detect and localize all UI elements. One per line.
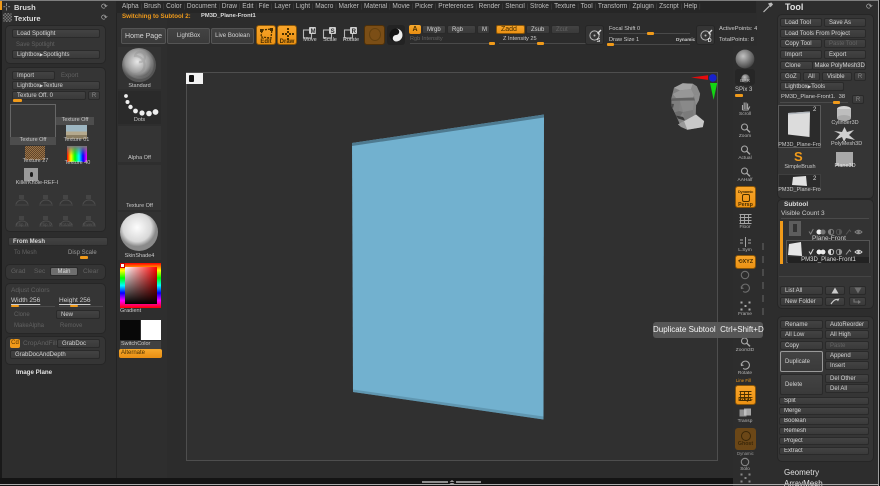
svg-text:D: D bbox=[708, 38, 712, 43]
svg-text:R: R bbox=[352, 29, 357, 35]
svg-text:S: S bbox=[597, 38, 601, 43]
svg-text:M: M bbox=[311, 29, 316, 35]
svg-text:S: S bbox=[331, 29, 335, 35]
